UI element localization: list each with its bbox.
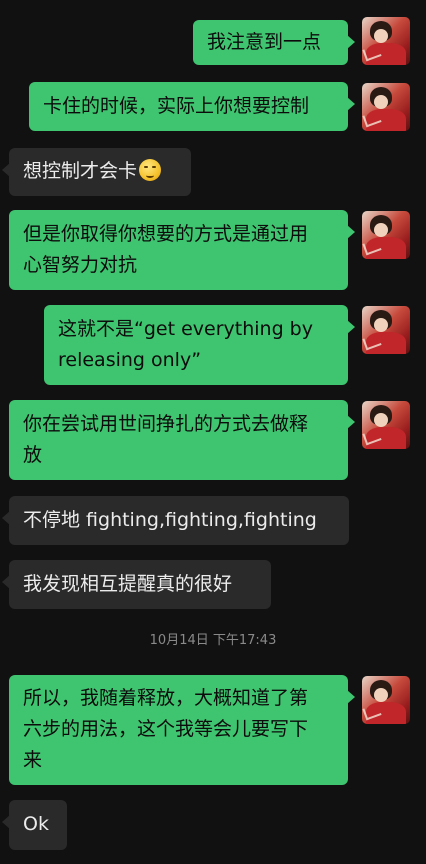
avatar-face [374,223,388,237]
message-bubble-received[interactable]: 想控制才会卡 [2,148,191,196]
message-bubble-sent[interactable]: 你在尝试用世间挣扎的方式去做释 放 [9,400,355,480]
avatar-face [374,95,388,109]
message-bubble-received[interactable]: 我发现相互提醒真的很好 [2,560,271,609]
message-text: 不停地 fighting,fighting,fighting [23,509,317,531]
message-text: 我注意到一点 [207,31,322,53]
message-text: 想控制才会卡 [23,160,138,182]
message-bubble-sent[interactable]: 我注意到一点 [193,20,355,65]
message-text: 卡住的时候，实际上你想要控制 [43,95,310,117]
chat-view[interactable]: 我注意到一点 卡住的时候，实际上你想要控制 想控制才会卡 但是你取得你想要的方式… [0,0,426,864]
user-avatar[interactable] [362,17,410,65]
message-text: Ok [23,813,49,835]
message-line: 所以，我随着释放，大概知道了第 [23,687,309,709]
avatar-face [374,318,388,332]
user-avatar[interactable] [362,211,410,259]
message-line: 心智努力对抗 [23,254,138,276]
message-line: 来 [23,749,43,771]
message-bubble-received[interactable]: Ok [2,800,67,850]
message-line: 放 [23,444,43,466]
thinking-face-icon [139,159,162,181]
message-line: 六步的用法，这个我等会儿要写下 [23,718,309,740]
user-avatar[interactable] [362,306,410,354]
user-avatar[interactable] [362,83,410,131]
message-bubble-received[interactable]: 不停地 fighting,fighting,fighting [2,496,349,545]
message-line: 你在尝试用世间挣扎的方式去做释 [23,413,309,435]
message-text: 我发现相互提醒真的很好 [23,573,233,595]
message-bubble-sent[interactable]: 这就不是“get everything by releasing only” [44,305,355,385]
user-avatar[interactable] [362,401,410,449]
avatar-face [374,413,388,427]
message-line: 但是你取得你想要的方式是通过用 [23,223,309,245]
message-bubble-sent[interactable]: 卡住的时候，实际上你想要控制 [29,82,355,131]
message-bubble-sent[interactable]: 所以，我随着释放，大概知道了第 六步的用法，这个我等会儿要写下 来 [9,675,355,785]
avatar-face [374,688,388,702]
message-line: releasing only” [58,349,202,371]
message-line: 这就不是“get everything by [58,318,313,340]
avatar-face [374,29,388,43]
chat-timestamp: 10月14日 下午17:43 [149,633,277,648]
message-bubble-sent[interactable]: 但是你取得你想要的方式是通过用 心智努力对抗 [9,210,355,290]
user-avatar[interactable] [362,676,410,724]
